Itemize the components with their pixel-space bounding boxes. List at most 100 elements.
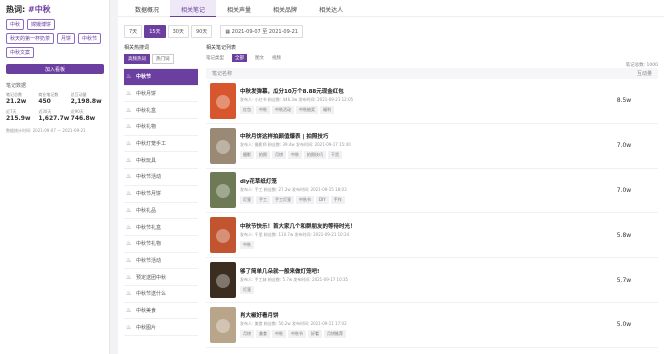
note-meta: 发布人: 千里 粉丝数: 110.7w 发布时间: 2021-09-21 10:…	[240, 231, 350, 237]
note-tag[interactable]: 月饼	[272, 151, 286, 160]
note-thumbnail[interactable]	[210, 127, 236, 164]
note-tag[interactable]: 拍照	[256, 151, 270, 160]
table-row[interactable]: 中秋发弹幕，瓜分10万个8.88元现金红包 发布人: 小红书 粉丝数: 446.…	[206, 79, 658, 124]
chip[interactable]: 秋天的第一杯奶茶	[6, 33, 55, 44]
chip[interactable]: 嫦娥博饼	[27, 19, 56, 30]
note-title[interactable]: 中秋节快乐！首大家几个和群朋友的等待时光！	[240, 222, 594, 230]
list-item[interactable]: ♨ 中秋礼盒	[124, 102, 198, 120]
subtab-high-freq[interactable]: 高频热词	[124, 54, 150, 64]
range-30d-button[interactable]: 30天	[167, 25, 189, 38]
interaction-count: 7.0w	[616, 186, 632, 194]
list-item[interactable]: ♨ 中秋灯笼手工	[124, 136, 198, 153]
subtab-hot[interactable]: 热门词	[152, 54, 174, 64]
note-tags: 灯笼	[240, 285, 594, 294]
tab-notes[interactable]: 相关笔记	[170, 0, 217, 17]
fire-icon: ♨	[126, 73, 132, 81]
list-item[interactable]: ♨ 中秋月饼	[124, 86, 198, 103]
note-tag[interactable]: 手工灯笼	[272, 195, 294, 204]
list-item[interactable]: ♨ 中秋节活动	[124, 253, 198, 270]
note-tag[interactable]: 中秋	[272, 330, 286, 339]
add-to-board-button[interactable]: 加入看板	[6, 64, 104, 74]
note-tag[interactable]: 好看	[308, 330, 322, 339]
note-tag[interactable]: 干货	[328, 151, 342, 160]
note-tag[interactable]: 中秋	[256, 106, 270, 115]
note-thumbnail[interactable]	[210, 172, 236, 209]
range-15d-button[interactable]: 15天	[144, 25, 166, 38]
chip[interactable]: 中秋文案	[6, 47, 35, 58]
fire-icon: ♨	[126, 306, 132, 314]
note-tag[interactable]: 摄影	[240, 151, 254, 160]
list-item[interactable]: ♨ 中秋玩具	[124, 152, 198, 170]
note-tag[interactable]: 手工	[256, 195, 270, 204]
table-row[interactable]: 中秋节快乐！首大家几个和群朋友的等待时光！ 发布人: 千里 粉丝数: 110.7…	[206, 213, 658, 259]
note-title[interactable]: 够了简单几朵就一般来做灯笼吧!	[240, 267, 594, 275]
table-row[interactable]: 肖大椒好看月饼 发布人: 美食 粉丝数: 50.2w 发布时间: 2021-09…	[206, 303, 658, 348]
interaction-count: 5.0w	[616, 321, 632, 329]
chip[interactable]: 月饼	[57, 33, 76, 44]
col-interactions[interactable]: 互动量	[637, 70, 652, 77]
note-tag[interactable]: 手作	[330, 195, 345, 204]
tab-influencers[interactable]: 相关达人	[308, 0, 354, 17]
note-tag[interactable]: DIY	[316, 195, 329, 204]
range-filters: 7天 15天 30天 90天 ▦ 2021-09-07 至 2021-09-21	[118, 17, 664, 42]
list-item[interactable]: ♨ 中秋节	[124, 69, 198, 86]
note-tag[interactable]: 红包	[240, 106, 254, 115]
table-row[interactable]: 中秋月饼这样拍颜值爆表 | 拍照技巧 发布人: 摄影师 粉丝数: 39.4w 发…	[206, 124, 658, 169]
note-tag[interactable]: 中秋节	[296, 195, 314, 204]
stats-time: 数据统计时间: 2021-09-07 — 2021-09-21	[6, 128, 86, 133]
note-type-video[interactable]: 视频	[272, 55, 281, 61]
list-item[interactable]: ♨ 中秋节礼盒	[124, 219, 198, 236]
note-title[interactable]: 中秋月饼这样拍颜值爆表 | 拍照技巧	[240, 132, 594, 140]
note-tag[interactable]: 灯笼	[240, 285, 254, 294]
list-item[interactable]: ♨ 中秋图片	[124, 319, 198, 336]
tab-brands[interactable]: 相关品牌	[262, 0, 308, 17]
note-tag[interactable]: 中秋抽奖	[296, 106, 318, 115]
note-type-all[interactable]: 全部	[232, 54, 247, 62]
note-tag[interactable]: 福利	[320, 106, 334, 115]
note-title[interactable]: diy花草纸灯笼	[240, 177, 594, 185]
note-title[interactable]: 肖大椒好看月饼	[240, 311, 594, 319]
note-thumbnail[interactable]	[210, 217, 236, 254]
fire-icon: ♨	[126, 206, 132, 214]
hot-word: #中秋	[27, 5, 51, 14]
note-tag[interactable]: 月饼推荐	[324, 330, 346, 339]
note-tag[interactable]: 拍照技巧	[304, 151, 326, 160]
chip[interactable]: 中秋	[6, 19, 25, 30]
note-tag[interactable]: 中秋活动	[272, 106, 294, 115]
note-tag[interactable]: 中秋节	[288, 330, 306, 339]
table-row[interactable]: 够了简单几朵就一般来做灯笼吧! 发布人: 手工妹 粉丝数: 5.7w 发布时间:…	[206, 258, 658, 303]
fire-icon: ♨	[126, 156, 132, 164]
tab-volume[interactable]: 相关声量	[216, 0, 262, 17]
note-thumbnail[interactable]	[210, 306, 236, 343]
note-tags: 月饼 美食 中秋 中秋节 好看 月饼推荐	[240, 330, 594, 339]
note-thumbnail[interactable]	[210, 82, 236, 119]
date-range-picker[interactable]: ▦ 2021-09-07 至 2021-09-21	[220, 25, 303, 38]
note-info: 肖大椒好看月饼 发布人: 美食 粉丝数: 50.2w 发布时间: 2021-09…	[240, 311, 594, 339]
note-tag[interactable]: 美食	[256, 330, 270, 339]
chip[interactable]: 中秋节	[78, 33, 102, 44]
list-item[interactable]: ♨ 中秋节送什么	[124, 286, 198, 303]
list-item[interactable]: ♨ 中秋美食	[124, 303, 198, 320]
note-thumbnail[interactable]	[210, 262, 236, 299]
list-item[interactable]: ♨ 中秋节礼物	[124, 236, 198, 253]
table-row[interactable]: diy花草纸灯笼 发布人: 手工 粉丝数: 27.2w 发布时间: 2021-0…	[206, 169, 658, 214]
list-item[interactable]: ♨ 中秋礼品	[124, 203, 198, 220]
tab-overview[interactable]: 数据概况	[124, 0, 170, 17]
note-tags: 灯笼 手工 手工灯笼 中秋节 DIY 手作	[240, 195, 594, 204]
list-item[interactable]: ♨ 中秋节月饼	[124, 186, 198, 203]
note-type-image[interactable]: 图文	[255, 55, 264, 61]
note-tag[interactable]: 灯笼	[240, 195, 254, 204]
note-title[interactable]: 中秋发弹幕，瓜分10万个8.88元现金红包	[240, 87, 594, 95]
range-90d-button[interactable]: 90天	[190, 25, 213, 38]
list-item[interactable]: ♨ 中秋节活动	[124, 169, 198, 186]
note-tag[interactable]: 中秋	[288, 151, 302, 160]
note-tag[interactable]: 中秋	[240, 240, 254, 249]
note-info: 中秋节快乐！首大家几个和群朋友的等待时光！ 发布人: 千里 粉丝数: 110.7…	[240, 222, 594, 249]
list-item[interactable]: ♨ 预定送团中秋	[124, 269, 198, 286]
notes-title: 相关笔记列表	[206, 45, 237, 51]
fire-icon: ♨	[126, 223, 132, 231]
range-7d-button[interactable]: 7天	[124, 25, 143, 38]
note-meta: 发布人: 手工 粉丝数: 27.2w 发布时间: 2021-09-15 18:0…	[240, 186, 347, 192]
note-tag[interactable]: 月饼	[240, 330, 254, 339]
list-item[interactable]: ♨ 中秋礼物	[124, 119, 198, 136]
